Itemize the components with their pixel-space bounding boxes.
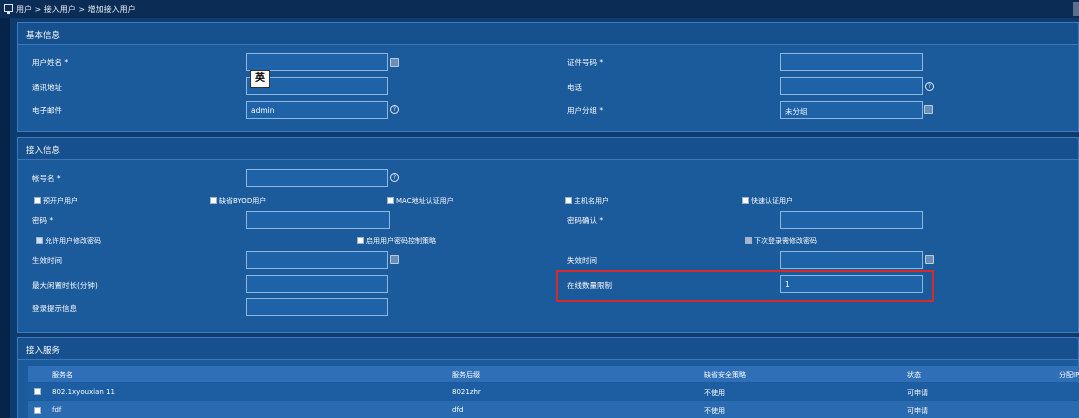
help-icon[interactable]: ? — [925, 82, 934, 91]
phone-input[interactable] — [780, 77, 923, 95]
policy-cell: 不使用 — [704, 389, 725, 397]
col-service-suffix: 服务后缀 — [452, 371, 480, 379]
email-label: 电子邮件 — [32, 106, 62, 115]
basic-info-title: 基本信息 — [26, 31, 61, 41]
online-limit-input[interactable]: 1 — [780, 275, 923, 293]
scroll-handle[interactable] — [1073, 2, 1079, 16]
password-confirm-input[interactable] — [780, 211, 923, 229]
top-bar — [0, 0, 1079, 18]
user-group-icon[interactable] — [924, 105, 933, 114]
fast-auth-checkbox[interactable] — [742, 197, 749, 204]
password-label: 密码 * — [32, 216, 54, 225]
effective-time-input[interactable] — [246, 251, 388, 269]
login-msg-input[interactable] — [246, 298, 388, 316]
max-idle-label: 最大闲置时长(分钟) — [32, 281, 98, 290]
calendar-icon[interactable] — [390, 255, 399, 264]
byod-checkbox[interactable] — [210, 197, 217, 204]
breadcrumb: 用户 > 接入用户 > 增加接入用户 — [16, 5, 136, 14]
access-info-section: 接入信息 — [17, 137, 1079, 333]
policy-cell: 不使用 — [704, 407, 725, 415]
allow-change-checkbox[interactable] — [36, 237, 43, 244]
fast-auth-label: 快速认证用户 — [751, 197, 793, 205]
user-name-input[interactable] — [246, 53, 388, 71]
account-label: 帐号名 * — [32, 174, 61, 183]
col-status: 状态 — [907, 371, 921, 379]
byod-label: 缺省BYOD用户 — [219, 197, 267, 205]
group-input[interactable]: 未分组 — [780, 101, 923, 119]
status-cell: 可申请 — [907, 407, 928, 415]
col-service-name: 服务名 — [52, 371, 73, 379]
user-name-label: 用户姓名 * — [32, 58, 69, 67]
access-service-header: 接入服务 — [18, 338, 1078, 360]
password-confirm-label: 密码确认 * — [567, 216, 604, 225]
next-login-change-label: 下次登录需修改密码 — [754, 237, 817, 245]
online-limit-label: 在线数量限制 — [567, 281, 612, 290]
group-label: 用户分组 * — [567, 106, 604, 115]
address-label: 通讯地址 — [32, 83, 62, 92]
account-input[interactable] — [246, 169, 388, 187]
service-suffix-cell: 8021zhr — [452, 388, 481, 396]
cert-no-input[interactable] — [780, 53, 923, 71]
phone-label: 电话 — [567, 83, 582, 92]
max-idle-input[interactable] — [246, 275, 388, 293]
col-security-policy: 缺省安全策略 — [704, 371, 746, 379]
service-suffix-cell: dfd — [452, 406, 464, 414]
calendar-icon[interactable] — [925, 255, 934, 264]
pw-policy-label: 启用用户密码控制策略 — [366, 237, 436, 245]
password-input[interactable] — [246, 211, 390, 229]
service-table-header — [28, 366, 1079, 382]
expire-time-label: 失效时间 — [567, 256, 597, 265]
pw-policy-checkbox[interactable] — [357, 237, 364, 244]
prepaid-checkbox[interactable] — [34, 197, 41, 204]
basic-info-header: 基本信息 — [18, 23, 1078, 45]
left-strip — [0, 18, 10, 418]
allow-change-label: 允许用户修改密码 — [45, 237, 101, 245]
row-checkbox[interactable] — [34, 388, 41, 395]
cert-no-label: 证件号码 * — [567, 58, 604, 67]
help-icon[interactable]: ? — [390, 173, 399, 182]
service-name-cell: fdf — [52, 406, 62, 414]
row-checkbox[interactable] — [34, 407, 41, 414]
effective-time-label: 生效时间 — [32, 256, 62, 265]
prepaid-label: 预开户用户 — [43, 197, 78, 205]
computer-icon — [4, 4, 13, 14]
access-service-title: 接入服务 — [26, 346, 61, 356]
col-assign-ip: 分配IP — [1059, 371, 1079, 379]
hostname-checkbox[interactable] — [565, 197, 572, 204]
ime-indicator: 英 — [250, 70, 270, 88]
status-cell: 可申请 — [907, 389, 928, 397]
hostname-label: 主机名用户 — [574, 197, 609, 205]
email-input[interactable]: admin — [246, 101, 388, 119]
mac-auth-checkbox[interactable] — [387, 197, 394, 204]
contact-card-icon[interactable] — [390, 58, 399, 67]
mac-auth-label: MAC地址认证用户 — [396, 197, 454, 205]
login-msg-label: 登录提示信息 — [32, 304, 77, 313]
access-info-header: 接入信息 — [18, 138, 1078, 160]
expire-time-input[interactable] — [780, 251, 923, 269]
next-login-change-checkbox[interactable] — [745, 237, 752, 244]
access-info-title: 接入信息 — [26, 146, 61, 156]
service-name-cell: 802.1xyouxian 11 — [52, 388, 115, 396]
help-icon[interactable]: ? — [390, 105, 399, 114]
